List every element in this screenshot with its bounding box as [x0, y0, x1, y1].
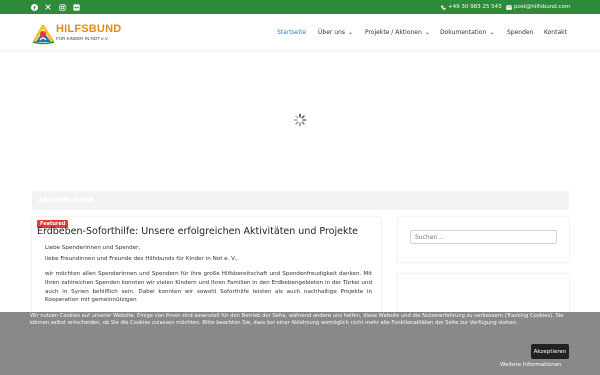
facebook-icon[interactable] [28, 0, 40, 14]
page-title: Aktuelle Seite [38, 196, 94, 204]
phone-number: +49 30 983 25 543 [448, 4, 502, 10]
loading-spinner-icon [293, 113, 307, 127]
email-link[interactable]: post@hilfsbund.com [506, 0, 570, 14]
logo-tagline: FÜR KINDER IN NOT e.V. [56, 36, 109, 41]
x-icon[interactable] [42, 0, 54, 14]
more-info-link[interactable]: Weitere Informationen [500, 362, 562, 368]
phone-link[interactable]: +49 30 983 25 543 [441, 0, 502, 14]
instagram-icon[interactable] [56, 0, 68, 14]
nav-spenden[interactable]: Spenden [507, 25, 533, 39]
nav-label: Kontakt [544, 28, 567, 36]
nav-label: Spenden [507, 28, 534, 36]
nav-label: Dokumentation [440, 28, 487, 36]
chevron-down-icon: ⌄ [348, 28, 354, 36]
nav-label: Startseite [277, 28, 307, 36]
nav-projekte-aktionen[interactable]: Projekte / Aktionen ⌄ [365, 25, 430, 39]
post-paragraph: wir möchten allen Spenderinnen und Spend… [45, 271, 372, 304]
logo-name: HILFSBUND [56, 23, 122, 35]
search-input[interactable] [410, 230, 557, 244]
post-title[interactable]: Erdbeben-Soforthilfe: Unsere erfolgreich… [37, 226, 358, 237]
accept-cookies-button[interactable]: Akzeptieren [531, 344, 569, 359]
chevron-down-icon: ⌄ [489, 28, 495, 36]
nav-label: Projekte / Aktionen [365, 28, 422, 36]
page-title-bar: Aktuelle Seite [32, 191, 569, 210]
envelope-icon [506, 4, 512, 10]
nav-startseite[interactable]: Startseite [277, 25, 306, 39]
email-address: post@hilfsbund.com [514, 4, 571, 10]
nav-dokumentation[interactable]: Dokumentation ⌄ [440, 25, 494, 39]
flickr-icon[interactable] [70, 0, 82, 14]
post-greeting-2: liebe Freundinnen und Freunde des Hilfsb… [45, 256, 238, 262]
nav-label: Über uns [318, 28, 345, 36]
phone-icon [441, 5, 446, 10]
post-greeting-1: Liebe Spenderinnen und Spender, [45, 245, 141, 251]
chevron-down-icon: ⌄ [424, 28, 430, 36]
cookie-notice-text: Wir nutzen Cookies auf unserer Website. … [30, 313, 564, 327]
nav-kontakt[interactable]: Kontakt [544, 25, 567, 39]
nav-ueber-uns[interactable]: Über uns ⌄ [318, 25, 353, 39]
